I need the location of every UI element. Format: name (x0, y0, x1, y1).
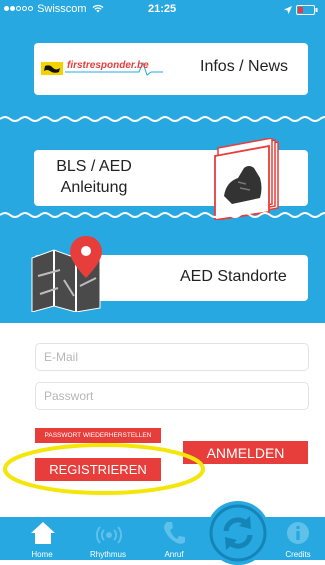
home-icon (31, 522, 55, 544)
refresh-icon (209, 504, 267, 562)
carrier-info: Swisscom (4, 3, 104, 15)
signal-icon (4, 3, 34, 15)
wifi-icon (92, 4, 104, 13)
info-icon (287, 522, 309, 544)
password-field[interactable] (35, 382, 309, 410)
phone-icon (164, 522, 185, 544)
infos-news-label: Infos / News (200, 58, 289, 75)
tab-home[interactable]: Home (22, 517, 62, 560)
infos-news-card[interactable]: firstresponder.be Infos / News (34, 43, 308, 95)
email-field[interactable] (35, 343, 309, 371)
reset-password-button[interactable]: PASSWORT WIEDERHERSTELLEN (35, 428, 161, 443)
status-time: 21:25 (148, 3, 177, 15)
tab-credits[interactable]: Credits (274, 517, 322, 560)
aed-locations-label: AED Standorte (180, 268, 287, 285)
location-arrow-icon (284, 6, 292, 14)
tab-rhythm-label: Rhythmus (89, 550, 126, 559)
tab-call-label: Anruf (164, 550, 184, 559)
register-button[interactable]: REGISTRIEREN (35, 458, 161, 481)
refresh-button[interactable] (206, 501, 270, 565)
tab-credits-label: Credits (285, 550, 311, 559)
tab-call[interactable]: Anruf (154, 517, 194, 560)
login-button[interactable]: ANMELDEN (183, 441, 308, 464)
battery-icon (296, 5, 318, 15)
map-pin-icon (31, 236, 102, 312)
status-bar: Swisscom 21:25 (0, 0, 325, 20)
firstresponder-logo: firstresponder.be (39, 59, 165, 77)
bls-aed-label-line1: BLS / AED (56, 158, 132, 175)
email-input[interactable] (42, 344, 304, 370)
menu-panel: Swisscom 21:25 firstresponder.be Infos /… (0, 0, 325, 323)
wavy-divider-1 (0, 116, 325, 122)
wavy-divider-2 (0, 212, 325, 218)
heartbeat-icon (96, 526, 122, 544)
guide-book-icon (214, 138, 279, 220)
tab-bar: Home Rhythmus Anruf Credits (0, 517, 325, 560)
carrier-name: Swisscom (37, 3, 87, 15)
bls-aed-label-line2: Anleitung (60, 179, 128, 196)
tab-rhythm[interactable]: Rhythmus (80, 517, 136, 560)
password-input[interactable] (42, 383, 304, 409)
tab-home-label: Home (31, 550, 53, 559)
logo-text: firstresponder.be (67, 60, 149, 71)
